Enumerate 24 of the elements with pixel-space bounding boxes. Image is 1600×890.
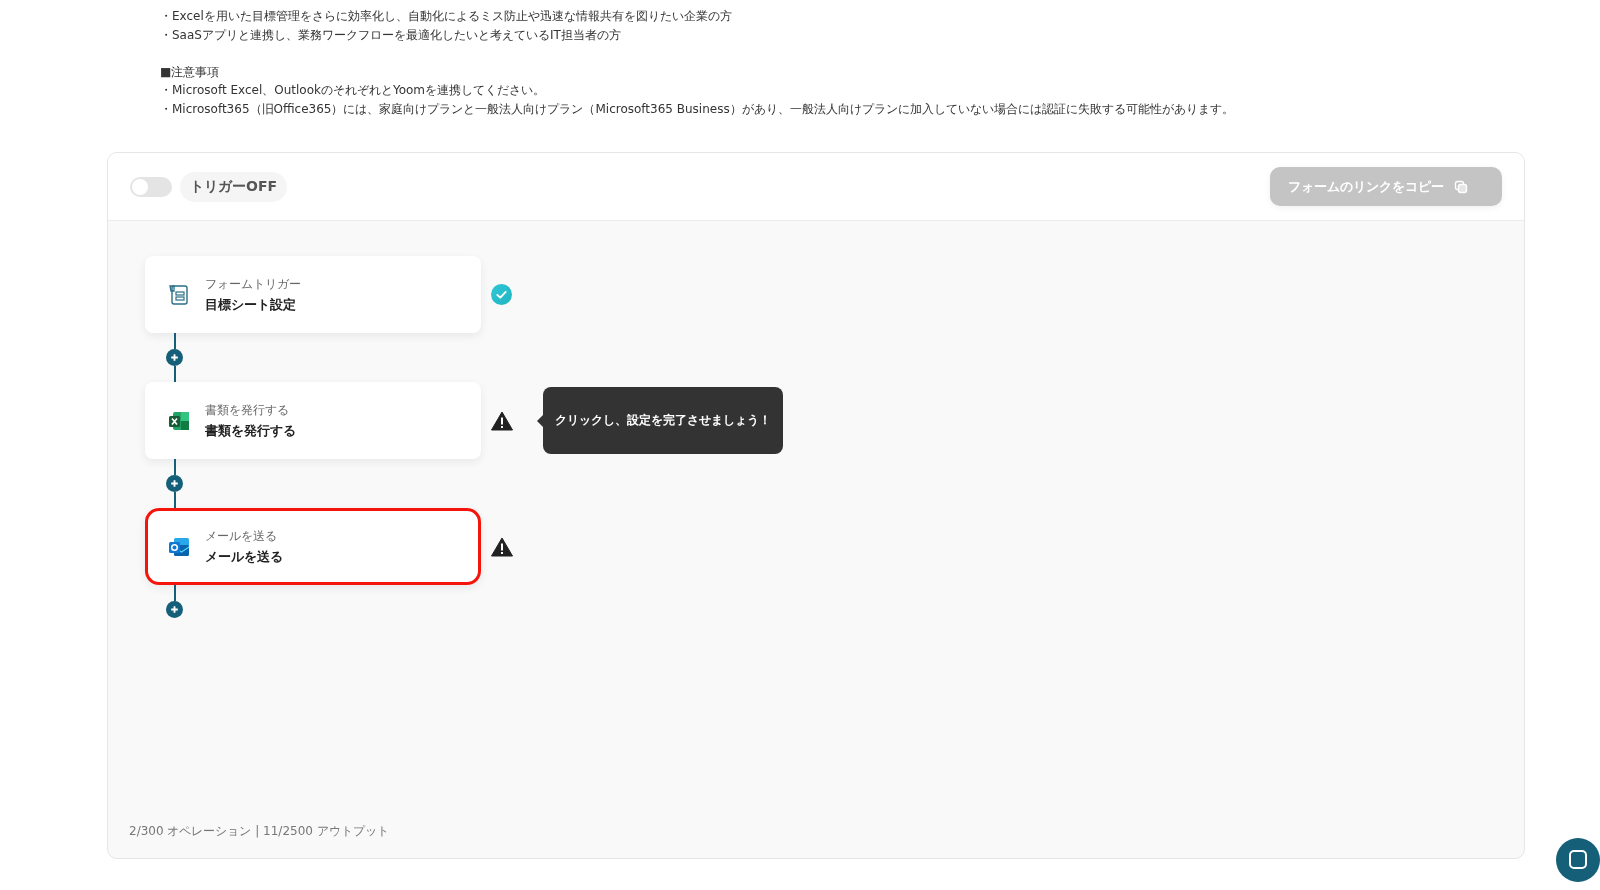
add-step-icon[interactable]: [166, 349, 183, 366]
step-title: 書類を発行する: [205, 421, 296, 440]
copy-icon: [1454, 179, 1468, 194]
hint-tooltip: クリックし、設定を完了させましょう！: [537, 387, 783, 454]
step-title: メールを送る: [205, 547, 283, 566]
description-line: ・SaaSアプリと連携し、業務ワークフローを最適化したいと考えているIT担当者の方: [160, 26, 622, 44]
step-caption: メールを送る: [205, 527, 278, 545]
usage-counter: 2/300 オペレーション | 11/2500 アウトプット: [129, 823, 390, 840]
form-document-icon: [167, 282, 191, 307]
step-card[interactable]: 書類を発行する 書類を発行する: [145, 382, 481, 459]
notes-heading: ■注意事項: [160, 63, 221, 81]
add-step-icon[interactable]: [166, 475, 183, 492]
description-line: ・Excelを用いた目標管理をさらに効率化し、自動化によるミス防止や迅速な情報共有を図りたい企業の方: [160, 8, 733, 25]
notes-line: ・Microsoft Excel、OutlookのそれぞれとYoomを連携してください。: [160, 82, 547, 99]
trigger-status-label: トリガーOFF: [180, 171, 288, 202]
step-caption: 書類を発行する: [205, 401, 290, 419]
step-card[interactable]: フォームトリガー 目標シート設定: [145, 256, 481, 333]
step-card[interactable]: メールを送る メールを送る: [145, 508, 481, 585]
step-title: 目標シート設定: [205, 295, 297, 314]
add-step-icon[interactable]: [166, 601, 183, 618]
step-caption: フォームトリガー: [205, 275, 301, 293]
trigger-toggle[interactable]: [130, 176, 172, 197]
notes-line: ・Microsoft365（旧Office365）には、家庭向けプランと一般法人向けプラン（Microsoft365 Business）があり、一般法人向けプランに加入していない場合には認証に失敗する可能性があります。: [160, 100, 1235, 118]
chat-bubble-icon[interactable]: [1556, 838, 1600, 882]
